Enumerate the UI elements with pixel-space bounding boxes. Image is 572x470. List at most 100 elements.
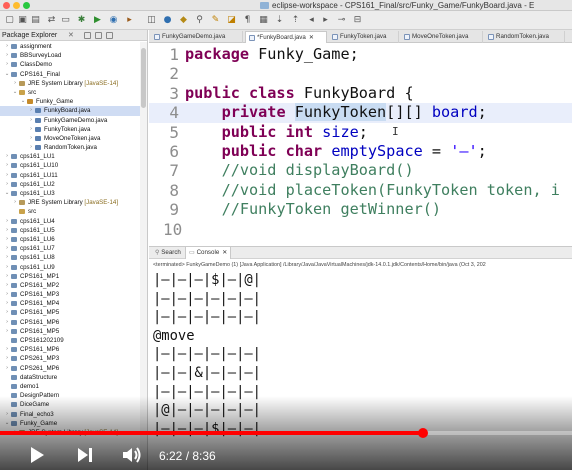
collapsed-arrow-icon[interactable]: › xyxy=(4,272,10,281)
collapsed-arrow-icon[interactable]: › xyxy=(4,345,10,354)
tree-item[interactable]: › CPS161_MP6 xyxy=(0,345,140,354)
tree-item[interactable]: › JRE System Library [JavaSE-14] xyxy=(0,198,140,207)
close-icon[interactable]: ✕ xyxy=(222,249,227,256)
tree-item[interactable]: ⌄ Funky_Game xyxy=(0,419,140,428)
collapsed-arrow-icon[interactable]: › xyxy=(4,354,10,363)
tree-item[interactable]: › JRE System Library [JavaSE-14] xyxy=(0,79,140,88)
collapsed-arrow-icon[interactable]: › xyxy=(4,327,10,336)
collapsed-arrow-icon[interactable]: › xyxy=(28,106,34,115)
run-icon[interactable]: ▶ xyxy=(92,15,103,26)
collapsed-arrow-icon[interactable]: › xyxy=(4,253,10,262)
tree-item[interactable]: › CPS161_MP5 xyxy=(0,327,140,336)
tree-item[interactable]: › cps161_LU1 xyxy=(0,152,140,161)
collapsed-arrow-icon[interactable]: › xyxy=(28,143,34,152)
pin-editor-icon[interactable]: ⊸ xyxy=(336,15,347,26)
next-annotation-icon[interactable]: ⇣ xyxy=(274,15,285,26)
mark-occurrences-icon[interactable]: ✎ xyxy=(210,15,221,26)
tree-item[interactable]: ⌄ Funky_Game xyxy=(0,97,140,106)
collapsed-arrow-icon[interactable]: › xyxy=(4,308,10,317)
editor-tab[interactable]: MoveOneToken.java xyxy=(401,31,483,43)
tree-item[interactable]: › FunkyGameDemo.java xyxy=(0,116,140,125)
explorer-scrollbar[interactable] xyxy=(140,42,147,470)
new-class-icon[interactable]: ● xyxy=(162,15,173,26)
expanded-arrow-icon[interactable]: ⌄ xyxy=(4,70,10,79)
close-window-button[interactable] xyxy=(3,2,10,9)
collapsed-arrow-icon[interactable]: › xyxy=(4,152,10,161)
back-icon[interactable]: ◂ xyxy=(306,15,317,26)
tree-item[interactable]: › CPS161_MP3 xyxy=(0,290,140,299)
tree-item[interactable]: › FunkyToken.java xyxy=(0,125,140,134)
perspective-icon[interactable]: ⊟ xyxy=(352,15,363,26)
tree-item[interactable]: › CPS261_MP6 xyxy=(0,364,140,373)
tree-item[interactable]: CPS161202109 xyxy=(0,336,140,345)
collapsed-arrow-icon[interactable]: › xyxy=(4,318,10,327)
close-icon[interactable]: ✕ xyxy=(309,34,314,41)
play-icon[interactable] xyxy=(26,444,48,466)
tree-item[interactable]: › cps161_LU7 xyxy=(0,244,140,253)
collapsed-arrow-icon[interactable]: › xyxy=(4,281,10,290)
package-explorer-tab[interactable]: Package Explorer ✕ xyxy=(0,30,147,41)
tree-item[interactable]: › cps161_LU4 xyxy=(0,217,140,226)
tree-item[interactable]: ⌄ src xyxy=(0,88,140,97)
collapsed-arrow-icon[interactable]: › xyxy=(4,299,10,308)
forward-icon[interactable]: ▸ xyxy=(320,15,331,26)
toggle-icon[interactable]: ⇄ xyxy=(46,15,57,26)
tree-item[interactable]: › CPS161_MP5 xyxy=(0,308,140,317)
external-tools-icon[interactable]: ▸ xyxy=(124,15,135,26)
console-tab[interactable]: ▭ Console ✕ xyxy=(185,247,232,259)
block-selection-icon[interactable]: ▦ xyxy=(258,15,269,26)
collapsed-arrow-icon[interactable]: › xyxy=(4,244,10,253)
tree-item[interactable]: › CPS161_MP2 xyxy=(0,281,140,290)
editor-tab[interactable]: FunkyToken.java xyxy=(329,31,399,43)
expanded-arrow-icon[interactable]: ⌄ xyxy=(4,419,10,428)
collapsed-arrow-icon[interactable]: › xyxy=(4,51,10,60)
minimize-window-button[interactable] xyxy=(13,2,20,9)
tree-item[interactable]: › CPS161_MP6 xyxy=(0,318,140,327)
close-icon[interactable]: ✕ xyxy=(68,30,74,41)
volume-icon[interactable] xyxy=(120,444,144,466)
collapsed-arrow-icon[interactable]: › xyxy=(4,217,10,226)
collapsed-arrow-icon[interactable]: › xyxy=(28,134,34,143)
highlight-icon[interactable]: ◪ xyxy=(226,15,237,26)
tree-item[interactable]: › cps161_LU5 xyxy=(0,226,140,235)
expanded-arrow-icon[interactable]: ⌄ xyxy=(12,88,18,97)
collapsed-arrow-icon[interactable]: › xyxy=(12,79,18,88)
collapsed-arrow-icon[interactable]: › xyxy=(4,364,10,373)
search-tab[interactable]: ⚲ Search xyxy=(155,247,181,259)
next-video-icon[interactable] xyxy=(74,444,96,466)
collapsed-arrow-icon[interactable]: › xyxy=(4,171,10,180)
collapsed-arrow-icon[interactable]: › xyxy=(4,226,10,235)
expanded-arrow-icon[interactable]: ⌄ xyxy=(20,97,26,106)
collapsed-arrow-icon[interactable]: › xyxy=(28,125,34,134)
tree-item[interactable]: › Final_echo3 xyxy=(0,410,140,419)
editor-tab[interactable]: FunkyGameDemo.java xyxy=(151,31,243,43)
collapsed-arrow-icon[interactable]: › xyxy=(4,290,10,299)
console-output[interactable]: |—|—|—|$|—|@| |—|—|—|—|—|—| |—|—|—|—|—|—| @… xyxy=(149,270,572,470)
collapsed-arrow-icon[interactable]: › xyxy=(4,180,10,189)
tree-item[interactable]: ⌄ cps161_LU3 xyxy=(0,189,140,198)
previous-annotation-icon[interactable]: ⇡ xyxy=(290,15,301,26)
open-task-icon[interactable]: ◆ xyxy=(178,15,189,26)
tree-item[interactable]: › RandomToken.java xyxy=(0,143,140,152)
save-icon[interactable]: ▣ xyxy=(17,15,28,26)
collapsed-arrow-icon[interactable]: › xyxy=(12,198,18,207)
explorer-scroll-thumb[interactable] xyxy=(141,48,146,108)
tree-item[interactable]: › CPS161_MP1 xyxy=(0,272,140,281)
search-icon[interactable]: ⚲ xyxy=(194,15,205,26)
collapse-all-icon[interactable] xyxy=(84,32,91,39)
tree-item[interactable]: › cps161_LU8 xyxy=(0,253,140,262)
tree-item[interactable]: › CPS161_MP4 xyxy=(0,299,140,308)
tree-item[interactable]: DesignPattern xyxy=(0,391,140,400)
collapsed-arrow-icon[interactable]: › xyxy=(4,161,10,170)
toggle-whitespace-icon[interactable]: ¶ xyxy=(242,15,253,26)
tree-item[interactable]: dataStructure xyxy=(0,373,140,382)
view-menu-icon[interactable] xyxy=(106,32,113,39)
tree-item[interactable]: ⌄ CPS161_Final xyxy=(0,70,140,79)
tree-item[interactable]: › BBSurveyLoad xyxy=(0,51,140,60)
collapsed-arrow-icon[interactable]: › xyxy=(4,263,10,272)
tree-item[interactable]: › cps161_LU10 xyxy=(0,161,140,170)
new-file-icon[interactable]: ▢ xyxy=(4,15,15,26)
tree-item[interactable]: › cps161_LU2 xyxy=(0,180,140,189)
expanded-arrow-icon[interactable]: ⌄ xyxy=(4,189,10,198)
editor-tab[interactable]: *FunkyBoard.java ✕ xyxy=(245,31,327,43)
